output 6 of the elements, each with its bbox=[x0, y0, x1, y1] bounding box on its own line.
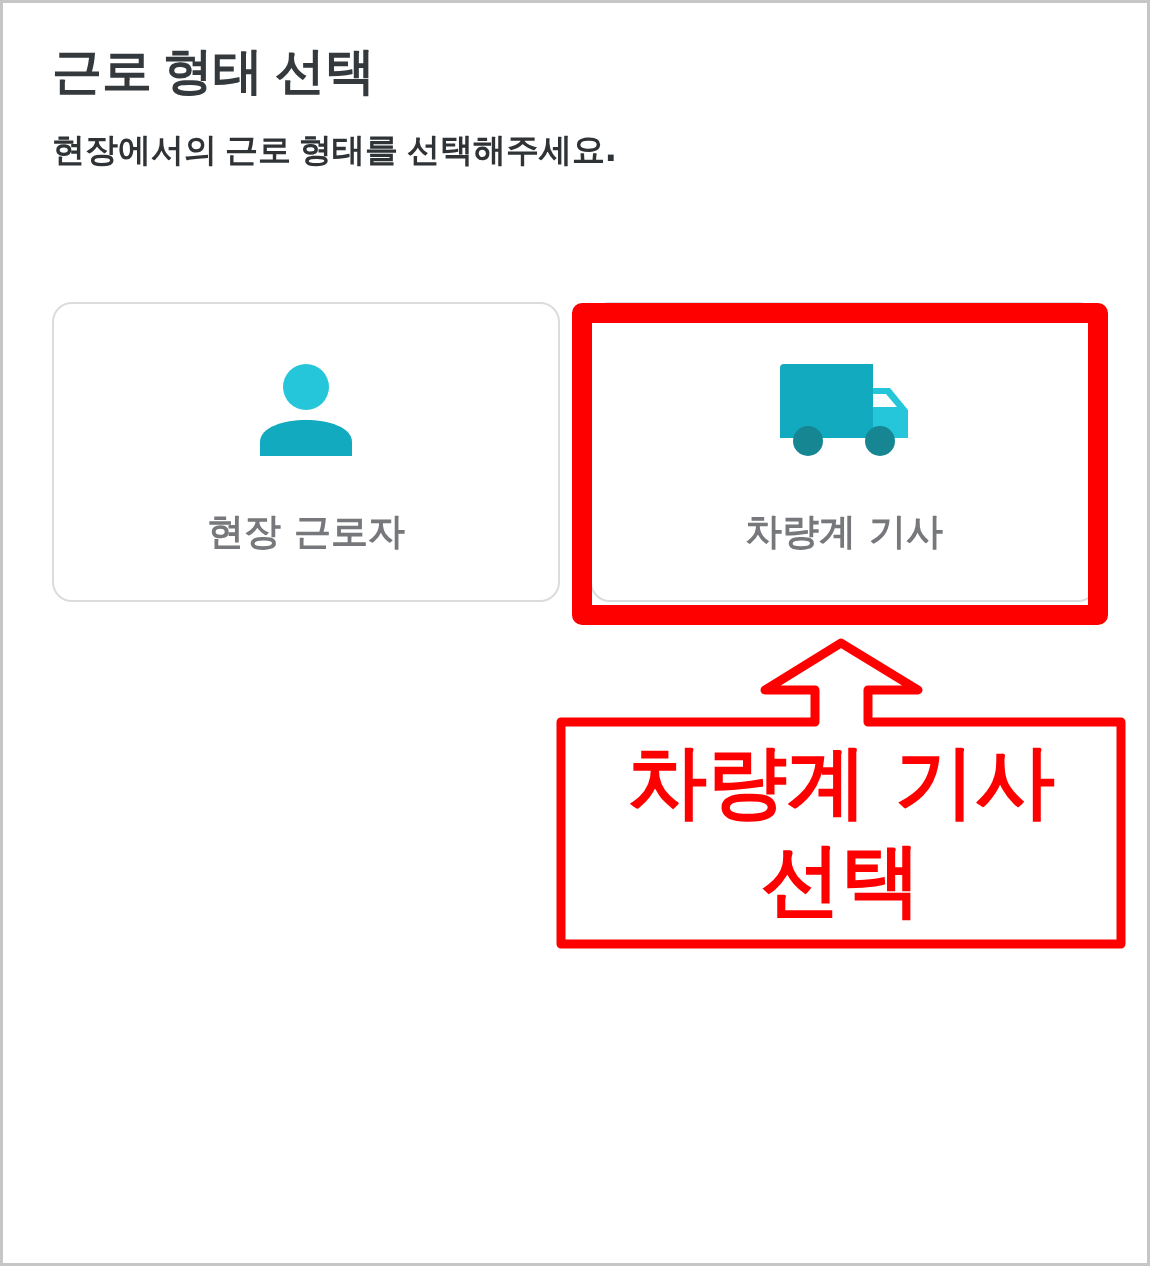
page-subtitle: 현장에서의 근로 형태를 선택해주세요. bbox=[52, 130, 618, 170]
option-card[interactable]: 현장 근로자 bbox=[52, 302, 560, 602]
person-icon bbox=[260, 364, 352, 456]
page-title: 근로 형태 선택 bbox=[52, 41, 375, 101]
truck-icon bbox=[780, 364, 908, 456]
callout-text: 차량계 기사 선택 bbox=[626, 734, 1056, 928]
